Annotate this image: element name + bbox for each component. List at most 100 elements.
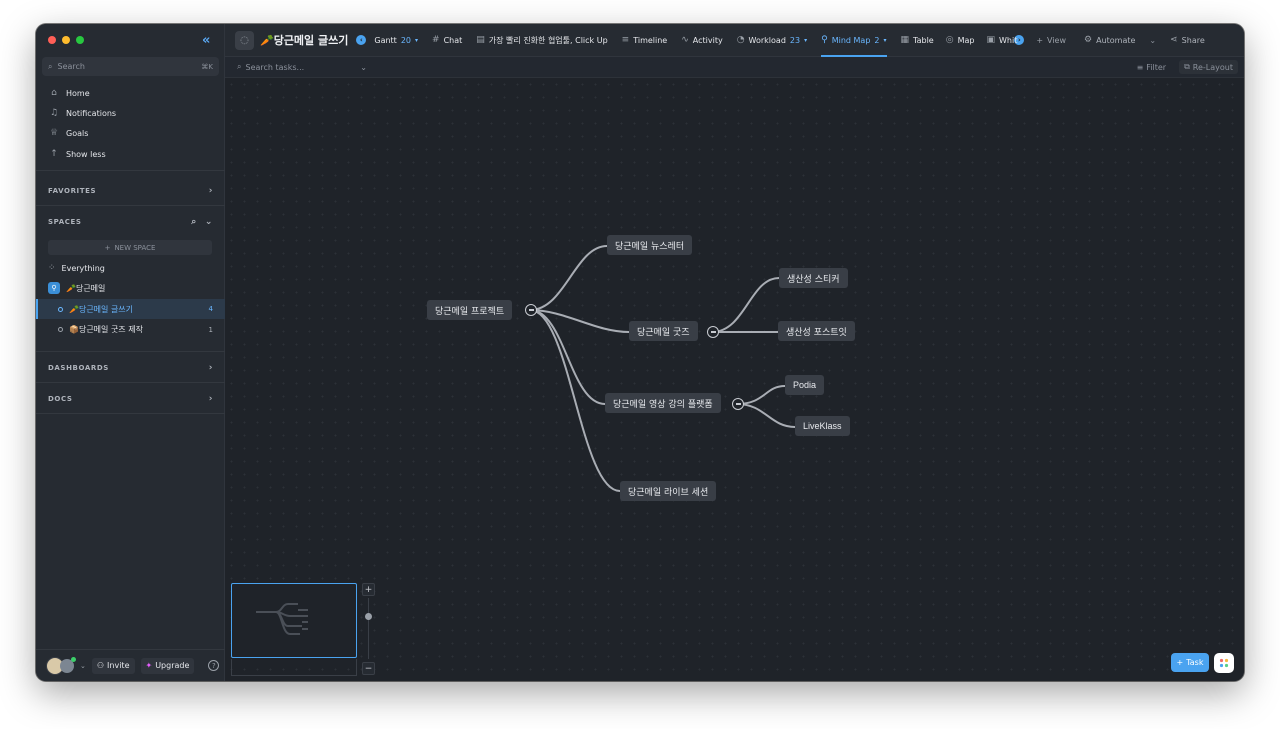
tab-doc[interactable]: ▤ 가장 빨리 진화한 협업툴, Click Up [476, 24, 607, 57]
mind-map-node[interactable]: 당근메일 뉴스레터 [607, 235, 693, 255]
sidebar-search-placeholder: Search [57, 62, 85, 71]
avatar[interactable] [60, 656, 76, 673]
space-label: 🥕당근메일 [66, 283, 106, 293]
tab-count: 20 [400, 35, 412, 45]
mind-map-node[interactable]: Podia [785, 375, 825, 395]
task-search-input[interactable]: ⌕ Search tasks... ⌄ [237, 62, 367, 72]
scroll-left-icon[interactable]: ‹ [356, 35, 367, 45]
sidebar-item-home[interactable]: ⌂ Home [49, 88, 89, 98]
tab-map[interactable]: ◎ Map [946, 24, 975, 57]
collapse-sidebar-icon[interactable]: « [202, 33, 210, 48]
mind-map-node[interactable]: 생산성 스티커 [779, 268, 848, 288]
minimize-window-button[interactable] [62, 36, 70, 44]
collapse-node-icon[interactable] [525, 304, 537, 316]
tab-mind-map[interactable]: ⚲ Mind Map 2 ▾ [821, 24, 887, 57]
search-icon[interactable]: ⌕ [191, 217, 197, 227]
tab-timeline[interactable]: ≡ Timeline [622, 24, 668, 57]
zoom-in-button[interactable]: + [362, 583, 375, 596]
tab-workload[interactable]: ◔ Workload 23 ▾ [737, 24, 807, 57]
node-label: Podia [793, 380, 817, 390]
activity-icon: ∿ [681, 35, 689, 45]
tab-chat[interactable]: # Chat [432, 24, 462, 57]
chevron-down-icon[interactable]: ⌄ [205, 217, 213, 227]
chevron-down-icon: ▾ [883, 36, 887, 44]
plus-icon: + [104, 243, 111, 252]
collapse-node-icon[interactable] [707, 326, 719, 338]
docs-section-header[interactable]: DOCS › [48, 394, 213, 404]
plus-icon: + [1176, 658, 1184, 667]
collapse-node-icon[interactable] [732, 398, 744, 410]
tab-table[interactable]: ▦ Table [901, 24, 934, 57]
sidebar-item-show-less[interactable]: ↑ Show less [49, 149, 105, 159]
tab-label: Whit [998, 35, 1018, 45]
add-task-button[interactable]: + Task [1171, 653, 1209, 672]
bell-icon: ♫ [49, 108, 59, 118]
tab-activity[interactable]: ∿ Activity [681, 24, 722, 57]
zoom-slider-track[interactable] [368, 598, 369, 659]
tab-label: Workload [748, 35, 786, 45]
new-space-button[interactable]: + NEW SPACE [48, 240, 212, 255]
everything-label: Everything [61, 263, 105, 273]
mind-map-node[interactable]: 당근메일 굿즈 [629, 321, 698, 341]
dashboards-section-header[interactable]: DASHBOARDS › [48, 363, 213, 373]
chevron-down-icon[interactable]: ⌄ [1149, 36, 1156, 45]
tab-gantt[interactable]: Gantt 20 ▾ [374, 24, 418, 57]
mind-map-node[interactable]: 당근메일 라이브 세션 [620, 481, 717, 501]
chevron-down-icon: ▾ [415, 36, 419, 44]
hash-icon: # [432, 35, 440, 45]
connector-line [736, 403, 796, 428]
add-view-button[interactable]: + View [1036, 24, 1066, 57]
share-button[interactable]: ⋖ Share [1170, 24, 1205, 57]
sidebar-item-notifications[interactable]: ♫ Notifications [49, 108, 116, 118]
share-label: Share [1181, 35, 1205, 45]
sidebar-item-everything[interactable]: ⁘ Everything [48, 263, 213, 273]
sidebar-item-goals[interactable]: ♕ Goals [49, 128, 88, 138]
whiteboard-icon: ▣ [986, 35, 995, 45]
chevron-down-icon[interactable]: ⌄ [360, 63, 367, 72]
list-settings-icon[interactable]: ◌ [235, 30, 254, 50]
help-icon[interactable]: ? [208, 660, 220, 671]
node-label: 당근메일 굿즈 [637, 327, 690, 338]
spaces-section-header[interactable]: SPACES ⌕ ⌄ [48, 217, 213, 227]
share-icon: ⋖ [1170, 35, 1178, 45]
grid-icon: ⁘ [48, 263, 56, 273]
apps-button[interactable] [1214, 653, 1234, 673]
tab-whiteboard[interactable]: ▣ Whit [986, 24, 1017, 57]
connector-line [529, 245, 608, 311]
relayout-button[interactable]: ⧉ Re-Layout [1179, 60, 1238, 74]
invite-label: Invite [107, 661, 130, 670]
mind-map-canvas[interactable]: 당근메일 프로젝트 당근메일 뉴스레터 당근메일 굿즈 생산성 스티커 생산성 … [225, 78, 1244, 681]
tab-count: 2 [874, 35, 880, 45]
sidebar-search-input[interactable]: ⌕ Search ⌘K [42, 57, 219, 76]
docs-label: DOCS [48, 395, 73, 403]
chevron-down-icon[interactable]: ⌄ [80, 662, 86, 670]
minimap-footer [231, 659, 357, 676]
node-label: 생산성 스티커 [787, 274, 840, 285]
list-status-icon [58, 306, 63, 312]
mind-map-node[interactable]: 당근메일 영상 강의 플랫폼 [605, 393, 721, 413]
invite-button[interactable]: ⚇ Invite [91, 657, 135, 674]
automate-button[interactable]: ⚙ Automate ⌄ [1084, 24, 1156, 57]
page-title[interactable]: 🥕당근메일 글쓰기 [260, 32, 348, 48]
upgrade-button[interactable]: ✦ Upgrade [140, 657, 195, 674]
zoom-out-button[interactable]: − [362, 662, 375, 675]
node-label: 당근메일 뉴스레터 [615, 241, 685, 252]
divider [36, 351, 225, 352]
sidebar-list-item-active[interactable]: 🥕당근메일 글쓰기 4 [36, 299, 225, 319]
list-count: 1 [208, 325, 213, 334]
arrow-up-icon: ↑ [50, 149, 58, 159]
mind-map-node[interactable]: LiveKlass [795, 416, 850, 436]
trophy-icon: ♕ [49, 128, 59, 138]
favorites-section-header[interactable]: FAVORITES › [48, 186, 213, 196]
mind-map-root-node[interactable]: 당근메일 프로젝트 [427, 300, 513, 320]
filter-button[interactable]: ≡ Filter [1132, 61, 1172, 74]
toolbar: ⌕ Search tasks... ⌄ ≡ Filter ⧉ Re-Layout [225, 57, 1244, 78]
minimap[interactable] [231, 583, 357, 658]
zoom-slider-handle[interactable] [365, 613, 372, 620]
maximize-window-button[interactable] [76, 36, 84, 44]
sidebar-item-space[interactable]: ⚲ 🥕당근메일 [48, 282, 213, 294]
mind-map-node[interactable]: 생산성 포스트잇 [778, 321, 855, 341]
search-shortcut: ⌘K [201, 62, 213, 71]
sidebar-list-item[interactable]: 📦당근메일 굿즈 제작 1 [48, 324, 213, 335]
close-window-button[interactable] [48, 36, 56, 44]
